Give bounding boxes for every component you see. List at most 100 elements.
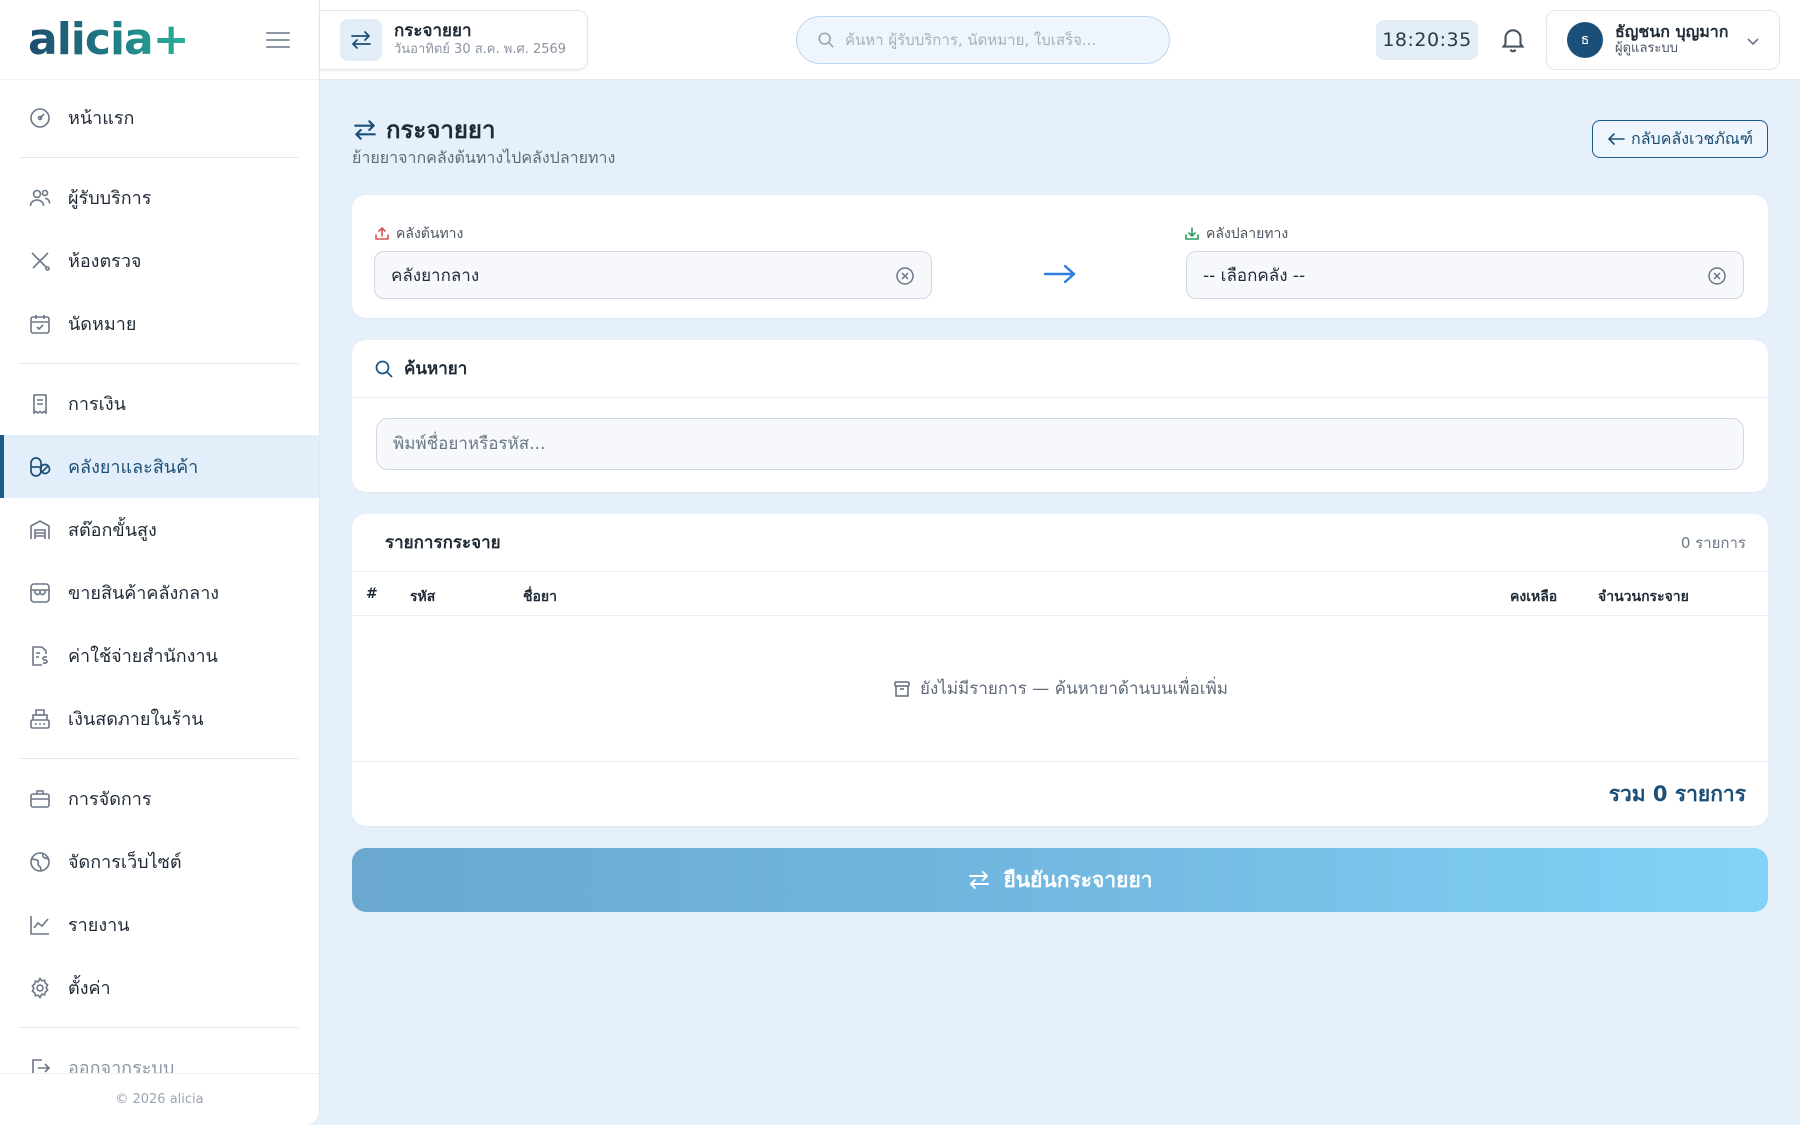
sidebar-item-label: จัดการเว็บไซต์: [68, 852, 182, 873]
chevron-down-icon: [1747, 38, 1759, 46]
column-header-index: #: [366, 586, 378, 602]
receipt-icon: [33, 393, 47, 415]
sidebar-item-appointments[interactable]: นัดหมาย: [0, 292, 319, 355]
drug-search-header: ค้นหายา: [352, 340, 1768, 398]
clock: 18:20:35: [1376, 20, 1478, 60]
sidebar-item-label: เงินสดภายในร้าน: [68, 709, 204, 730]
sidebar-item-management[interactable]: การจัดการ: [0, 767, 319, 830]
empty-state: ยังไม่มีรายการ — ค้นหายาด้านบนเพื่อเพิ่ม: [352, 616, 1768, 762]
current-page-title: กระจายยา: [394, 21, 472, 41]
drug-search-title: ค้นหายา: [404, 359, 468, 379]
arrow-right-icon: [1043, 264, 1076, 284]
drug-search-input[interactable]: [376, 418, 1744, 470]
distribution-list-count: 0 รายการ: [1680, 533, 1746, 552]
chart-line-icon: [30, 915, 49, 935]
download-tray-icon: [1185, 227, 1199, 240]
distribution-list-card: รายการกระจาย 0 รายการ # รหัส ชื่อยา คงเห…: [352, 514, 1768, 826]
clear-circle-icon[interactable]: [1707, 266, 1727, 286]
pills-icon: [30, 456, 51, 477]
sidebar-nav: หน้าแรก ผู้รับบริการ ห้องตรวจ นัดหมาย กา…: [0, 80, 319, 1099]
sidebar-item-label: รายงาน: [68, 915, 130, 936]
source-warehouse-select[interactable]: คลังยากลาง: [374, 251, 932, 299]
column-header-distribute-qty: จำนวนกระจาย: [1598, 589, 1689, 605]
sidebar-item-label: หน้าแรก: [68, 108, 135, 129]
search-icon: [375, 360, 393, 378]
confirm-distribution-button[interactable]: ยืนยันกระจายยา: [352, 848, 1768, 912]
brand-bar: alicia+: [0, 0, 319, 80]
store-icon: [30, 582, 50, 603]
notification-bell-icon[interactable]: [1498, 24, 1528, 54]
gear-icon: [31, 976, 49, 999]
hamburger-menu-icon[interactable]: [265, 30, 291, 50]
dest-warehouse-value: -- เลือกคลัง --: [1203, 265, 1306, 286]
sidebar-item-website[interactable]: จัดการเว็บไซต์: [0, 830, 319, 893]
column-header-code: รหัส: [410, 589, 436, 605]
transfer-icon: [340, 19, 382, 61]
current-page-chip: กระจายยา วันอาทิตย์ 30 ส.ค. พ.ศ. 2569: [320, 10, 588, 70]
avatar: ธ: [1567, 22, 1603, 58]
nav-divider: [20, 1027, 299, 1028]
user-role: ผู้ดูแลระบบ: [1615, 41, 1678, 56]
cash-register-icon: [30, 708, 50, 729]
source-warehouse-label: คลังต้นทาง: [374, 223, 463, 245]
stethoscope-icon: [31, 251, 50, 271]
nav-divider: [20, 157, 299, 158]
page-subtitle: ย้ายยาจากคลังต้นทางไปคลังปลายทาง: [352, 148, 616, 167]
source-warehouse-value: คลังยากลาง: [391, 265, 480, 286]
users-icon: [29, 189, 51, 206]
user-menu[interactable]: ธ ธัญชนก บุญมาก ผู้ดูแลระบบ: [1546, 10, 1780, 70]
column-header-drug-name: ชื่อยา: [523, 589, 557, 605]
main-content: กระจายยา ย้ายยาจากคลังต้นทางไปคลังปลายทา…: [352, 80, 1768, 912]
sidebar-item-label: ขายสินค้าคลังกลาง: [68, 583, 220, 604]
sidebar-item-central-sales[interactable]: ขายสินค้าคลังกลาง: [0, 561, 319, 624]
sidebar-item-label: สต๊อกขั้นสูง: [68, 520, 157, 541]
sidebar-item-pharmacy-stock[interactable]: คลังยาและสินค้า: [0, 435, 319, 498]
upload-tray-icon: [375, 226, 389, 240]
sidebar-item-reports[interactable]: รายงาน: [0, 893, 319, 956]
distribution-list-title: รายการกระจาย: [385, 533, 501, 553]
archive-box-icon: [894, 680, 910, 697]
sidebar-item-label: การจัดการ: [68, 789, 152, 810]
page-header: กระจายยา ย้ายยาจากคลังต้นทางไปคลังปลายทา…: [352, 80, 1768, 195]
sidebar-item-label: การเงิน: [68, 394, 126, 415]
sidebar-item-exam-room[interactable]: ห้องตรวจ: [0, 229, 319, 292]
drug-search-card: ค้นหายา: [352, 340, 1768, 492]
app-logo[interactable]: alicia+: [28, 17, 190, 62]
sidebar-footer: © 2026 alicia: [0, 1073, 319, 1125]
calendar-check-icon: [30, 314, 50, 334]
sidebar-item-label: นัดหมาย: [68, 314, 137, 335]
search-icon: [818, 32, 834, 48]
nav-divider: [20, 758, 299, 759]
sidebar-item-clients[interactable]: ผู้รับบริการ: [0, 166, 319, 229]
global-search[interactable]: [796, 16, 1170, 64]
nav-divider: [20, 363, 299, 364]
sidebar-item-office-expenses[interactable]: ค่าใช้จ่ายสำนักงาน: [0, 624, 319, 687]
back-to-inventory-button[interactable]: กลับคลังเวชภัณฑ์: [1592, 120, 1768, 158]
back-button-label: กลับคลังเวชภัณฑ์: [1631, 128, 1753, 148]
sidebar-item-label: ตั้งค่า: [68, 978, 111, 999]
sidebar-item-store-cash[interactable]: เงินสดภายในร้าน: [0, 687, 319, 750]
sidebar-item-home[interactable]: หน้าแรก: [0, 86, 319, 149]
current-date: วันอาทิตย์ 30 ส.ค. พ.ศ. 2569: [394, 42, 567, 57]
page-title: กระจายยา: [352, 110, 495, 149]
briefcase-icon: [30, 789, 50, 808]
confirm-button-label: ยืนยันกระจายยา: [1003, 867, 1153, 892]
empty-state-text: ยังไม่มีรายการ — ค้นหายาด้านบนเพื่อเพิ่ม: [920, 679, 1228, 699]
sidebar-item-label: คลังยาและสินค้า: [68, 457, 199, 478]
sidebar-item-advanced-stock[interactable]: สต๊อกขั้นสูง: [0, 498, 319, 561]
arrow-left-icon: [1607, 133, 1625, 145]
sidebar-item-settings[interactable]: ตั้งค่า: [0, 956, 319, 1019]
source-warehouse-label-text: คลังต้นทาง: [396, 226, 464, 242]
sidebar-item-label: ห้องตรวจ: [68, 251, 142, 272]
clear-circle-icon[interactable]: [895, 266, 915, 286]
global-search-input[interactable]: [845, 31, 1145, 49]
dashboard-gauge-icon: [30, 107, 50, 128]
sidebar-item-finance[interactable]: การเงิน: [0, 372, 319, 435]
sidebar-item-label: ค่าใช้จ่ายสำนักงาน: [68, 646, 218, 667]
transfer-icon: [969, 871, 990, 889]
sidebar: alicia+ หน้าแรก ผู้รับบริการ ห้องตรวจ นั…: [0, 0, 320, 1125]
table-header-row: # รหัส ชื่อยา คงเหลือ จำนวนกระจาย: [352, 572, 1768, 616]
topbar: กระจายยา วันอาทิตย์ 30 ส.ค. พ.ศ. 2569 18…: [320, 0, 1800, 80]
dest-warehouse-select[interactable]: -- เลือกคลัง --: [1186, 251, 1744, 299]
warehouse-icon: [30, 519, 50, 539]
